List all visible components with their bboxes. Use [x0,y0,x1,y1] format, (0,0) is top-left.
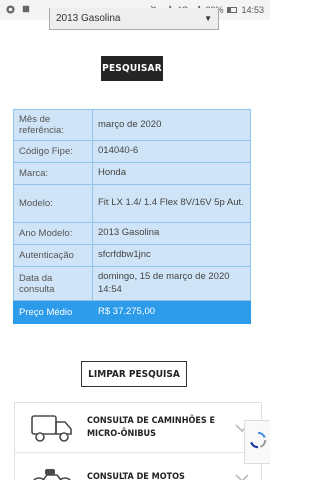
table-row: Marca: Honda [13,162,251,185]
row-value: Fit LX 1.4/ 1.4 Flex 8V/16V 5p Aut. [92,184,251,223]
image-notification-icon [22,5,30,15]
row-value: 014040-6 [92,140,251,163]
battery-icon [227,7,238,13]
table-row: Autenticação sfcrfdbw1jnc [13,244,251,267]
year-select[interactable]: 2013 Gasolina ▼ [49,8,219,30]
table-row: Modelo: Fit LX 1.4/ 1.4 Flex 8V/16V 5p A… [13,184,251,223]
price-row: Preço Médio R$ 37.275,00 [13,300,251,324]
table-row: Código Fipe: 014040-6 [13,140,251,163]
row-label: Data da consulta [13,266,93,301]
row-value: sfcrfdbw1jnc [92,244,251,267]
row-label: Autenticação [13,244,93,267]
price-label: Preço Médio [13,300,93,324]
motorcycle-icon [29,458,75,480]
row-label: Modelo: [13,184,93,223]
accordion-item-label: CONSULTA DE MOTOS [87,472,185,480]
row-value: domingo, 15 de março de 2020 14:54 [92,266,251,301]
row-label: Marca: [13,162,93,185]
row-value: Honda [92,162,251,185]
accordion-item-label: CONSULTA DE CAMINHÕES E MICRO-ÔNIBUS [87,416,216,439]
app-notification-icon [6,4,15,16]
row-label: Ano Modelo: [13,222,93,245]
year-select-value: 2013 Gasolina [56,13,121,24]
clear-search-button[interactable]: LIMPAR PESQUISA [81,361,187,387]
table-row: Data da consulta domingo, 15 de março de… [13,266,251,301]
search-button[interactable]: PESQUISAR [101,56,163,81]
table-row: Ano Modelo: 2013 Gasolina [13,222,251,245]
table-row: Mês de referência: março de 2020 [13,109,251,141]
results-table: Mês de referência: março de 2020 Código … [13,109,251,324]
truck-icon [29,408,75,448]
row-label: Código Fipe: [13,140,93,163]
row-value: 2013 Gasolina [92,222,251,245]
recaptcha-badge[interactable] [244,420,270,464]
accordion-item-trucks[interactable]: CONSULTA DE CAMINHÕES E MICRO-ÔNIBUS [15,403,261,453]
dropdown-arrow-icon: ▼ [204,14,212,23]
accordion-item-motorcycles[interactable]: CONSULTA DE MOTOS [15,453,261,480]
chevron-down-icon [233,473,251,480]
price-value: R$ 37.275,00 [92,300,251,324]
clock: 14:53 [241,5,264,15]
vehicle-category-accordion: CONSULTA DE CAMINHÕES E MICRO-ÔNIBUS CON… [14,402,262,480]
row-value: março de 2020 [92,109,251,141]
row-label: Mês de referência: [13,109,93,141]
recaptcha-icon [249,431,267,454]
